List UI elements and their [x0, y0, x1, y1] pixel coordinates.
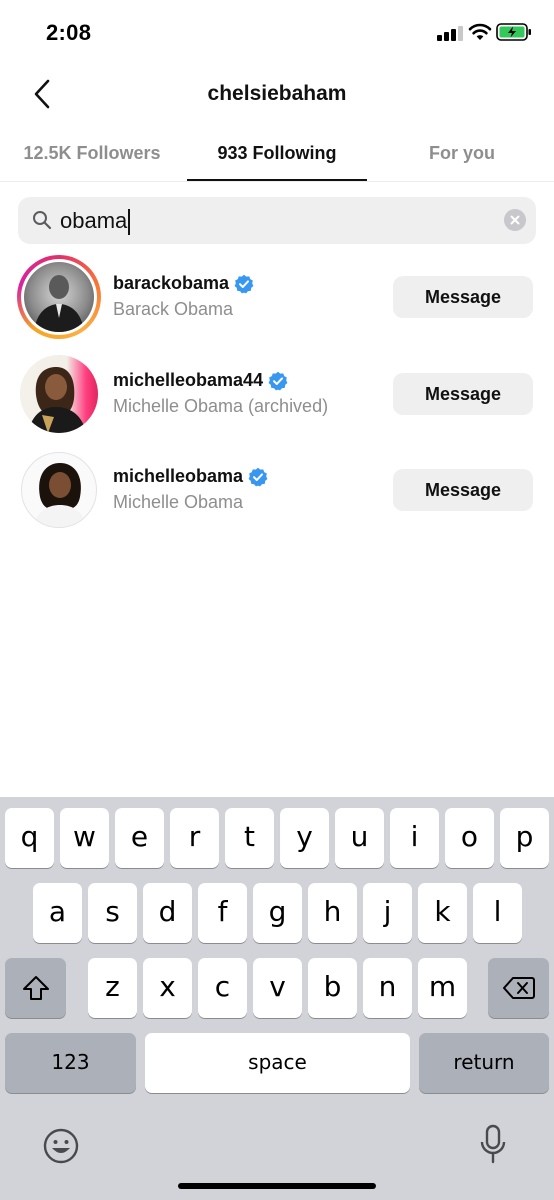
header: chelsiebaham [0, 62, 554, 128]
key-k[interactable]: k [418, 883, 467, 943]
shift-icon [22, 976, 49, 1000]
list-item-barackobama[interactable]: barackobama Barack Obama Message [0, 255, 554, 345]
person-portrait-icon [32, 463, 88, 527]
home-indicator[interactable] [178, 1183, 376, 1189]
avatar[interactable] [24, 262, 94, 332]
battery-icon [496, 23, 531, 41]
full-name: Michelle Obama (archived) [113, 396, 329, 416]
key-e[interactable]: e [115, 808, 164, 868]
search-bar[interactable]: obama [18, 197, 536, 244]
full-name: Barack Obama [113, 299, 234, 319]
person-portrait-icon [28, 367, 86, 433]
delete-key[interactable] [488, 958, 549, 1018]
tab-bar: 12.5K Followers 933 Following For you [0, 128, 554, 182]
username[interactable]: michelleobama [113, 466, 243, 487]
username[interactable]: michelleobama44 [113, 370, 263, 391]
status-bar: 2:08 [0, 0, 554, 62]
tab-followers[interactable]: 12.5K Followers [0, 128, 184, 182]
list-item-michelleobama44[interactable]: michelleobama44 Michelle Obama (archived… [0, 352, 554, 442]
tab-for-you[interactable]: For you [370, 128, 554, 182]
key-w[interactable]: w [60, 808, 109, 868]
story-ring [17, 255, 101, 339]
clear-search-button[interactable] [504, 209, 526, 231]
shift-key[interactable] [5, 958, 66, 1018]
key-n[interactable]: n [363, 958, 412, 1018]
avatar[interactable] [20, 355, 98, 433]
clear-icon [510, 215, 520, 225]
avatar-frame [17, 352, 101, 436]
numbers-key[interactable]: 123 [5, 1033, 136, 1093]
key-z[interactable]: z [88, 958, 137, 1018]
key-a[interactable]: a [33, 883, 82, 943]
key-t[interactable]: t [225, 808, 274, 868]
full-name: Michelle Obama [113, 492, 244, 512]
key-o[interactable]: o [445, 808, 494, 868]
status-time: 2:08 [46, 20, 92, 45]
key-f[interactable]: f [198, 883, 247, 943]
key-c[interactable]: c [198, 958, 247, 1018]
key-p[interactable]: p [500, 808, 549, 868]
key-r[interactable]: r [170, 808, 219, 868]
emoji-icon[interactable] [42, 1127, 80, 1165]
key-h[interactable]: h [308, 883, 357, 943]
wifi-icon [468, 23, 492, 40]
key-m[interactable]: m [418, 958, 467, 1018]
search-input[interactable]: obama [60, 207, 131, 236]
person-portrait-icon [34, 275, 84, 332]
active-tab-indicator [187, 179, 367, 181]
return-key[interactable]: return [419, 1033, 549, 1093]
tab-following[interactable]: 933 Following [187, 128, 367, 182]
delete-icon [502, 977, 535, 999]
key-s[interactable]: s [88, 883, 137, 943]
text-cursor [128, 209, 131, 236]
space-key[interactable]: space [145, 1033, 410, 1093]
key-l[interactable]: l [473, 883, 522, 943]
keyboard: q w e r t y u i o p a s d f g h j k l z … [0, 797, 554, 1200]
key-q[interactable]: q [5, 808, 54, 868]
message-button[interactable]: Message [393, 276, 533, 318]
message-button[interactable]: Message [393, 373, 533, 415]
signal-icon [437, 25, 463, 41]
key-u[interactable]: u [335, 808, 384, 868]
key-d[interactable]: d [143, 883, 192, 943]
verified-badge-icon [248, 467, 268, 486]
avatar-frame [17, 448, 101, 532]
list-item-michelleobama[interactable]: michelleobama Michelle Obama Message [0, 448, 554, 538]
search-icon [33, 211, 52, 230]
username[interactable]: barackobama [113, 273, 229, 294]
key-y[interactable]: y [280, 808, 329, 868]
key-i[interactable]: i [390, 808, 439, 868]
key-j[interactable]: j [363, 883, 412, 943]
page-title: chelsiebaham [207, 82, 347, 105]
verified-badge-icon [234, 274, 254, 293]
message-button[interactable]: Message [393, 469, 533, 511]
avatar[interactable] [21, 452, 97, 528]
key-b[interactable]: b [308, 958, 357, 1018]
key-x[interactable]: x [143, 958, 192, 1018]
key-v[interactable]: v [253, 958, 302, 1018]
search-query: obama [60, 208, 128, 233]
key-g[interactable]: g [253, 883, 302, 943]
microphone-icon[interactable] [478, 1124, 508, 1166]
verified-badge-icon [268, 371, 288, 390]
